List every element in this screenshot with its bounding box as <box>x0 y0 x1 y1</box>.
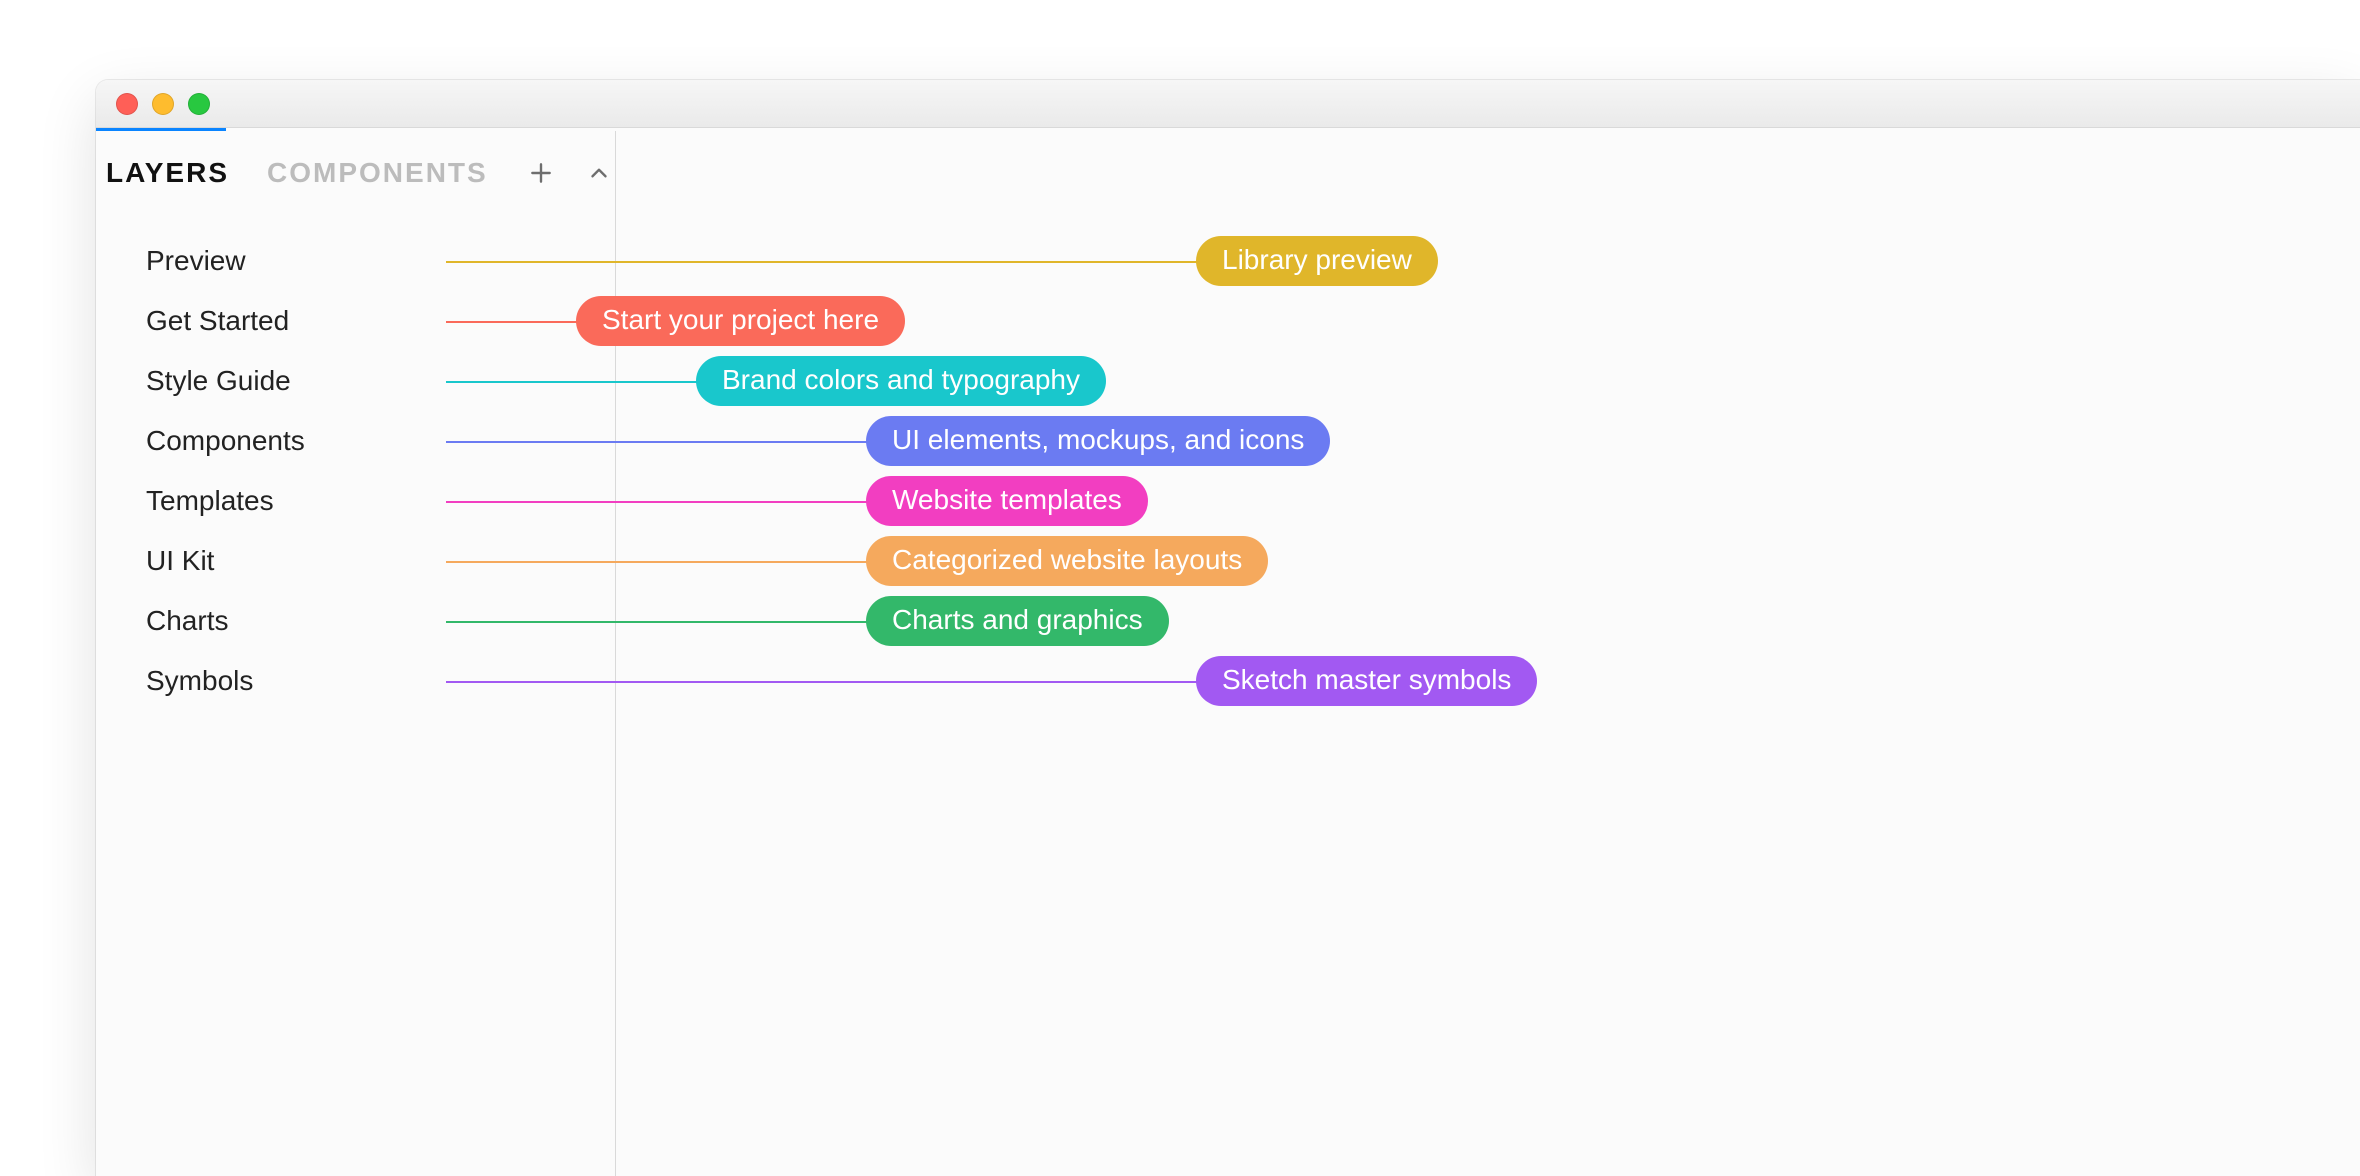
annotation-connector <box>446 501 886 503</box>
app-body: LAYERS COMPONENTS PreviewGet StartedStyl… <box>96 131 2360 1176</box>
annotation-label: Start your project here <box>576 296 905 346</box>
canvas[interactable] <box>616 131 2360 1176</box>
annotation-connector <box>446 381 716 383</box>
annotation-label: Website templates <box>866 476 1148 526</box>
annotation-connector <box>446 441 886 443</box>
annotation-connector <box>446 561 886 563</box>
titlebar <box>96 80 2360 128</box>
panel-tabs: LAYERS COMPONENTS <box>96 131 615 189</box>
tab-layers[interactable]: LAYERS <box>106 157 229 189</box>
annotation-label: UI elements, mockups, and icons <box>866 416 1330 466</box>
annotation-label: Sketch master symbols <box>1196 656 1537 706</box>
annotation-connector <box>446 621 886 623</box>
chevron-up-icon <box>586 160 612 186</box>
tab-components[interactable]: COMPONENTS <box>267 157 488 189</box>
annotation-connector <box>446 261 1216 263</box>
annotation-label: Charts and graphics <box>866 596 1169 646</box>
annotation-connector <box>446 321 596 323</box>
collapse-pages-button[interactable] <box>584 158 614 188</box>
plus-icon <box>528 160 554 186</box>
add-page-button[interactable] <box>526 158 556 188</box>
annotation-label: Brand colors and typography <box>696 356 1106 406</box>
annotation-connector <box>446 681 1216 683</box>
layers-panel: LAYERS COMPONENTS PreviewGet StartedStyl… <box>96 131 616 1176</box>
page-list: PreviewGet StartedStyle GuideComponentsT… <box>96 231 615 711</box>
window-zoom-button[interactable] <box>188 93 210 115</box>
app-window: LAYERS COMPONENTS PreviewGet StartedStyl… <box>96 80 2360 1176</box>
window-minimize-button[interactable] <box>152 93 174 115</box>
annotation-label: Categorized website layouts <box>866 536 1268 586</box>
window-close-button[interactable] <box>116 93 138 115</box>
annotation-label: Library preview <box>1196 236 1438 286</box>
